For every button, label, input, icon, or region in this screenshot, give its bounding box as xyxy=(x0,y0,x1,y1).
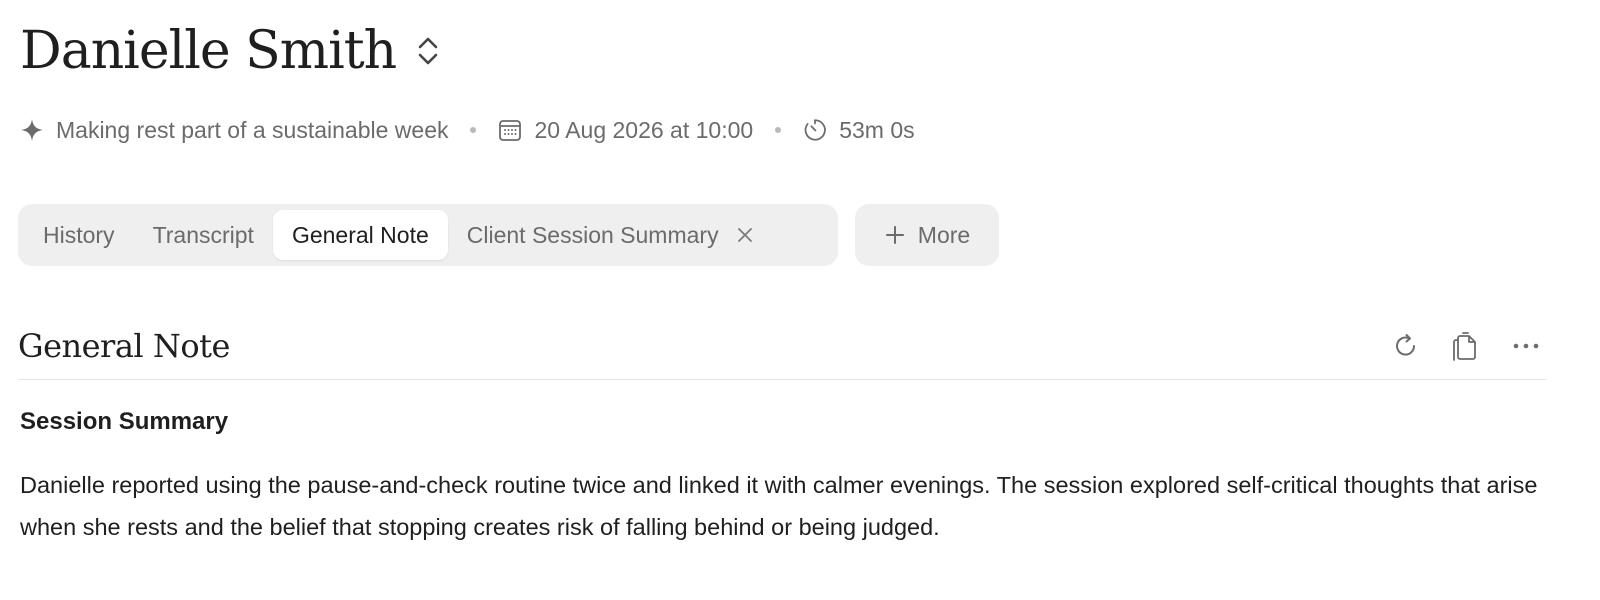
title-row: Danielle Smith xyxy=(20,16,442,86)
tab-label: General Note xyxy=(291,221,429,248)
regenerate-icon[interactable] xyxy=(1386,326,1426,366)
tab-general-note[interactable]: General Note xyxy=(272,210,448,260)
more-tabs-button[interactable]: More xyxy=(855,204,999,266)
session-duration: 53m 0s xyxy=(803,116,915,144)
note-paragraph: Danielle reported using the pause-and-ch… xyxy=(20,472,1538,540)
tab-bar: History Transcript General Note Client S… xyxy=(18,204,838,266)
calendar-icon xyxy=(498,118,522,142)
client-name: Danielle Smith xyxy=(20,21,397,81)
note-content: Session Summary Danielle reported using … xyxy=(20,400,1560,548)
session-date: 20 Aug 2026 at 10:00 xyxy=(498,117,753,144)
copy-icon[interactable] xyxy=(1446,326,1486,366)
tab-label: Client Session Summary xyxy=(466,221,719,248)
close-icon[interactable] xyxy=(735,225,755,245)
separator-dot xyxy=(470,127,477,133)
tab-history[interactable]: History xyxy=(24,210,134,260)
chevron-up-down-icon[interactable] xyxy=(414,31,442,71)
more-button-label: More xyxy=(917,221,971,248)
plus-icon xyxy=(884,224,906,246)
sparkle-icon xyxy=(20,118,44,142)
section-title: General Note xyxy=(18,326,230,365)
session-meta: Making rest part of a sustainable week 2… xyxy=(20,112,915,148)
note-heading: Session Summary xyxy=(20,408,229,435)
session-date-label: 20 Aug 2026 at 10:00 xyxy=(534,116,754,143)
session-topic: Making rest part of a sustainable week xyxy=(20,117,448,144)
more-options-icon[interactable] xyxy=(1506,326,1546,366)
tab-transcript[interactable]: Transcript xyxy=(134,210,273,260)
session-duration-label: 53m 0s xyxy=(839,116,915,143)
separator-dot xyxy=(775,127,782,133)
section-actions xyxy=(1366,326,1546,366)
tab-label: Transcript xyxy=(152,221,254,248)
note-section-header: General Note xyxy=(18,312,1546,380)
tab-label: History xyxy=(43,221,115,248)
timer-icon xyxy=(803,118,827,142)
tab-client-session-summary[interactable]: Client Session Summary xyxy=(448,210,774,260)
session-topic-label: Making rest part of a sustainable week xyxy=(56,116,449,143)
session-note-page: Danielle Smith Making rest part of a sus… xyxy=(0,0,1600,600)
